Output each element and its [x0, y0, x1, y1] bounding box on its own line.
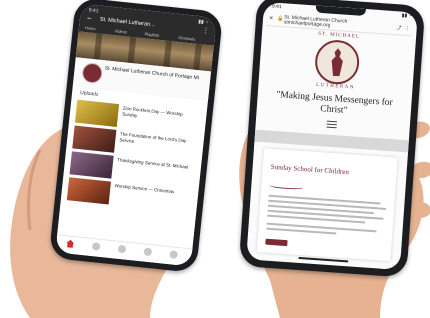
tab-playlists[interactable]: Playlists — [144, 31, 159, 38]
library-icon[interactable] — [169, 250, 179, 259]
hamburger-menu-icon[interactable] — [326, 120, 338, 130]
home-icon[interactable] — [66, 239, 75, 248]
card-text-line — [266, 227, 337, 235]
sunday-school-card: Sunday School for Children — [256, 148, 398, 262]
browser-actions[interactable]: ⤴ ⋮ — [396, 24, 411, 32]
status-time: 9:41 — [271, 3, 282, 11]
status-icons: ▮▮ ◔ — [197, 18, 209, 26]
subscriptions-icon[interactable] — [143, 247, 153, 257]
church-logo[interactable] — [313, 38, 361, 86]
photo-scene: 9:41 ▮▮ ◔ ← St. Michael Lutheran... ⋮ Ho… — [0, 0, 430, 318]
video-thumbnail[interactable] — [69, 151, 114, 179]
status-time: 9:41 — [88, 7, 99, 15]
lock-icon: 🔒 — [276, 15, 284, 23]
site-tagline: "Making Jesus Messengers for Christ" — [276, 90, 394, 116]
back-arrow-icon[interactable]: ← — [86, 14, 94, 22]
church-website-screen: 9:41 ▮▮ ◔ ✕ 🔒 St. Michael Lutheran Churc… — [246, 1, 418, 271]
add-icon[interactable] — [117, 244, 127, 254]
video-thumbnail[interactable] — [74, 99, 120, 127]
channel-avatar — [81, 62, 104, 85]
tab-channels[interactable]: Channels — [178, 35, 195, 42]
more-options-icon[interactable]: ⋮ — [202, 26, 210, 35]
card-title: Sunday School for Children — [270, 162, 350, 177]
status-icons: ▮▮ ◔ — [401, 12, 412, 20]
close-icon[interactable]: ✕ — [269, 15, 274, 21]
explore-icon[interactable] — [91, 242, 101, 251]
video-thumbnail[interactable] — [66, 177, 111, 205]
page-url[interactable]: St. Michael Lutheran Church stmichaelpor… — [284, 14, 368, 31]
youtube-channel-screen: 9:41 ▮▮ ◔ ← St. Michael Lutheran... ⋮ Ho… — [55, 3, 217, 267]
tab-home[interactable]: Home — [85, 25, 96, 31]
saint-michael-figure-icon — [328, 48, 346, 77]
uploads-section-label: Uploads — [79, 89, 99, 98]
video-thumbnail[interactable] — [72, 125, 117, 153]
tab-videos[interactable]: Videos — [115, 28, 128, 34]
right-smartphone: 9:41 ▮▮ ◔ ✕ 🔒 St. Michael Lutheran Churc… — [238, 0, 426, 278]
left-smartphone: 9:41 ▮▮ ◔ ← St. Michael Lutheran... ⋮ Ho… — [48, 0, 224, 274]
decorative-swoosh — [269, 182, 304, 191]
video-title[interactable]: Zion Rockfest Day — Worship Sunday — [122, 105, 199, 124]
learn-more-button[interactable] — [265, 238, 288, 247]
